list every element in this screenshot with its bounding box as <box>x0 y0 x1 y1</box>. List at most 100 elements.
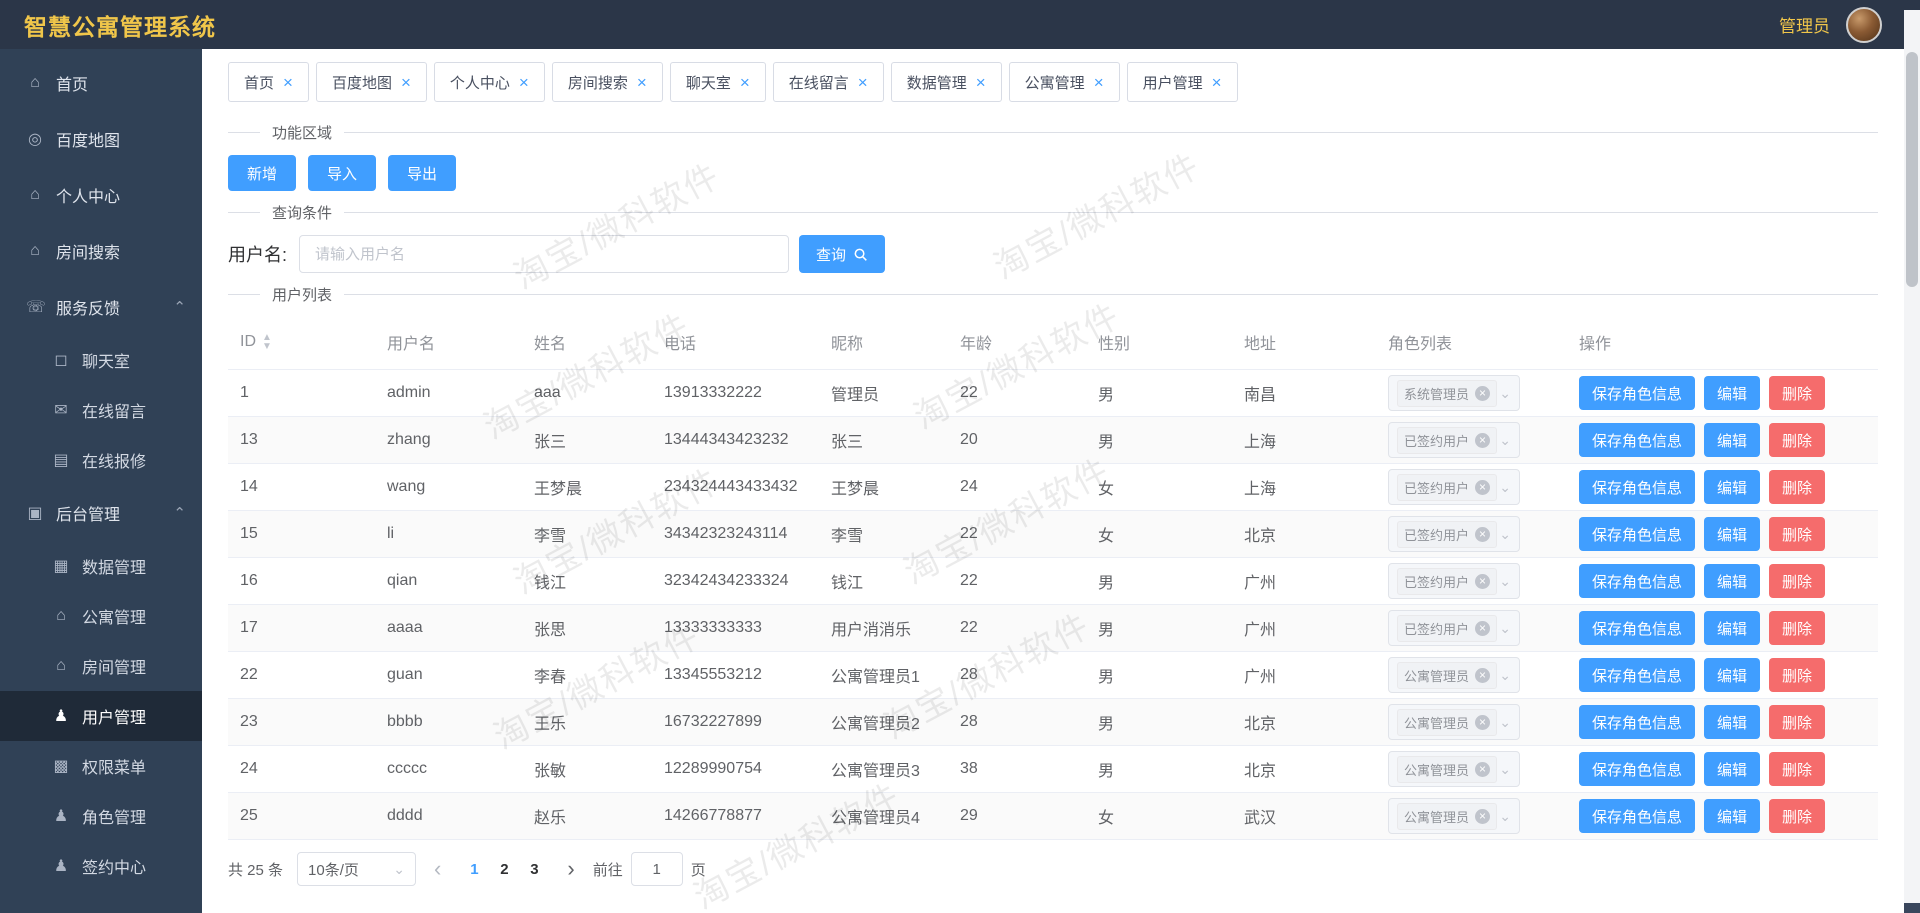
sort-desc-icon[interactable]: ▼ <box>262 341 272 351</box>
delete-button[interactable]: 删除 <box>1769 470 1826 504</box>
edit-button[interactable]: 编辑 <box>1704 470 1761 504</box>
delete-button[interactable]: 删除 <box>1769 564 1826 598</box>
save-role-button[interactable]: 保存角色信息 <box>1579 611 1696 645</box>
sidebar-item-role-management[interactable]: ♟ 角色管理 <box>0 791 202 841</box>
tag-close-icon[interactable]: × <box>1475 526 1491 542</box>
page-number-3[interactable]: 3 <box>519 861 549 878</box>
role-select[interactable]: 已签约用户 × ⌄ <box>1388 516 1520 552</box>
tab-baidu-map[interactable]: 百度地图 × <box>315 62 427 102</box>
role-select[interactable]: 公寓管理员 × ⌄ <box>1388 704 1520 740</box>
tag-close-icon[interactable]: × <box>1475 714 1491 730</box>
edit-button[interactable]: 编辑 <box>1704 517 1761 551</box>
tag-close-icon[interactable]: × <box>1475 808 1491 824</box>
delete-button[interactable]: 删除 <box>1769 705 1826 739</box>
avatar[interactable] <box>1846 6 1882 43</box>
sort-icons[interactable]: ▲ ▼ <box>262 332 272 351</box>
column-id[interactable]: ID ▲ ▼ <box>228 315 375 370</box>
close-tab-icon[interactable]: × <box>401 74 411 91</box>
close-tab-icon[interactable]: × <box>519 74 529 91</box>
prev-page-button[interactable]: ‹ <box>430 858 445 880</box>
tab-data-management[interactable]: 数据管理 × <box>890 62 1002 102</box>
edit-button[interactable]: 编辑 <box>1704 611 1761 645</box>
close-tab-icon[interactable]: × <box>858 74 868 91</box>
sidebar-item-permission-menu[interactable]: ▩ 权限菜单 <box>0 741 202 791</box>
save-role-button[interactable]: 保存角色信息 <box>1579 752 1696 786</box>
role-select[interactable]: 系统管理员 × ⌄ <box>1388 375 1520 411</box>
sidebar-item-personal-center[interactable]: ⌂ 个人中心 <box>0 167 202 223</box>
sidebar-item-backend-admin[interactable]: ▣ 后台管理 ⌃ <box>0 485 202 541</box>
sidebar-item-room-management[interactable]: ⌂ 房间管理 <box>0 641 202 691</box>
scrollbar-thumb[interactable] <box>1906 52 1918 287</box>
close-tab-icon[interactable]: × <box>740 74 750 91</box>
delete-button[interactable]: 删除 <box>1769 799 1826 833</box>
sidebar-item-chat-room[interactable]: ◻ 聊天室 <box>0 335 202 385</box>
sidebar-item-apartment-management[interactable]: ⌂ 公寓管理 <box>0 591 202 641</box>
sidebar-item-user-management[interactable]: ♟ 用户管理 <box>0 691 202 741</box>
save-role-button[interactable]: 保存角色信息 <box>1579 799 1696 833</box>
role-select[interactable]: 已签约用户 × ⌄ <box>1388 563 1520 599</box>
tab-online-message[interactable]: 在线留言 × <box>772 62 884 102</box>
add-button[interactable]: 新增 <box>228 155 297 191</box>
role-select[interactable]: 公寓管理员 × ⌄ <box>1388 751 1520 787</box>
delete-button[interactable]: 删除 <box>1769 752 1826 786</box>
edit-button[interactable]: 编辑 <box>1704 564 1761 598</box>
sidebar-item-baidu-map[interactable]: ◎ 百度地图 <box>0 111 202 167</box>
next-page-button[interactable]: › <box>563 858 578 880</box>
edit-button[interactable]: 编辑 <box>1704 658 1761 692</box>
sidebar-item-data-management[interactable]: ▦ 数据管理 <box>0 541 202 591</box>
current-user-label[interactable]: 管理员 <box>1779 12 1830 37</box>
tab-apartment-management[interactable]: 公寓管理 × <box>1008 62 1120 102</box>
tab-personal-center[interactable]: 个人中心 × <box>433 62 545 102</box>
search-button[interactable]: 查询 <box>799 235 886 273</box>
tag-close-icon[interactable]: × <box>1475 620 1491 636</box>
page-number-2[interactable]: 2 <box>489 861 519 878</box>
tab-room-search[interactable]: 房间搜索 × <box>551 62 663 102</box>
sidebar-item-home[interactable]: ⌂ 首页 <box>0 55 202 111</box>
edit-button[interactable]: 编辑 <box>1704 376 1761 410</box>
goto-page-input[interactable] <box>630 852 683 886</box>
role-select[interactable]: 已签约用户 × ⌄ <box>1388 422 1520 458</box>
tab-user-management[interactable]: 用户管理 × <box>1126 62 1238 102</box>
save-role-button[interactable]: 保存角色信息 <box>1579 705 1696 739</box>
edit-button[interactable]: 编辑 <box>1704 705 1761 739</box>
sidebar-item-service-feedback[interactable]: ☏ 服务反馈 ⌃ <box>0 279 202 335</box>
tag-close-icon[interactable]: × <box>1475 432 1491 448</box>
page-size-select[interactable]: 10条/页 ⌄ <box>297 852 417 886</box>
delete-button[interactable]: 删除 <box>1769 658 1826 692</box>
role-select[interactable]: 公寓管理员 × ⌄ <box>1388 798 1520 834</box>
delete-button[interactable]: 删除 <box>1769 423 1826 457</box>
username-input[interactable] <box>299 235 790 273</box>
sidebar-item-online-repair[interactable]: ▤ 在线报修 <box>0 435 202 485</box>
tag-close-icon[interactable]: × <box>1475 761 1491 777</box>
sidebar-item-online-message[interactable]: ✉ 在线留言 <box>0 385 202 435</box>
save-role-button[interactable]: 保存角色信息 <box>1579 517 1696 551</box>
save-role-button[interactable]: 保存角色信息 <box>1579 564 1696 598</box>
edit-button[interactable]: 编辑 <box>1704 799 1761 833</box>
sidebar-item-room-search[interactable]: ⌂ 房间搜索 <box>0 223 202 279</box>
role-select[interactable]: 已签约用户 × ⌄ <box>1388 610 1520 646</box>
tag-close-icon[interactable]: × <box>1475 385 1491 401</box>
page-number-1[interactable]: 1 <box>459 861 489 878</box>
export-button[interactable]: 导出 <box>388 155 457 191</box>
delete-button[interactable]: 删除 <box>1769 376 1826 410</box>
close-tab-icon[interactable]: × <box>1094 74 1104 91</box>
tab-chat-room[interactable]: 聊天室 × <box>669 62 766 102</box>
tag-close-icon[interactable]: × <box>1475 667 1491 683</box>
save-role-button[interactable]: 保存角色信息 <box>1579 423 1696 457</box>
delete-button[interactable]: 删除 <box>1769 611 1826 645</box>
delete-button[interactable]: 删除 <box>1769 517 1826 551</box>
close-tab-icon[interactable]: × <box>976 74 986 91</box>
close-tab-icon[interactable]: × <box>637 74 647 91</box>
save-role-button[interactable]: 保存角色信息 <box>1579 658 1696 692</box>
close-tab-icon[interactable]: × <box>1212 74 1222 91</box>
save-role-button[interactable]: 保存角色信息 <box>1579 376 1696 410</box>
save-role-button[interactable]: 保存角色信息 <box>1579 470 1696 504</box>
role-select[interactable]: 已签约用户 × ⌄ <box>1388 469 1520 505</box>
tag-close-icon[interactable]: × <box>1475 479 1491 495</box>
edit-button[interactable]: 编辑 <box>1704 423 1761 457</box>
tag-close-icon[interactable]: × <box>1475 573 1491 589</box>
edit-button[interactable]: 编辑 <box>1704 752 1761 786</box>
tab-home[interactable]: 首页 × <box>228 62 309 102</box>
close-tab-icon[interactable]: × <box>283 74 293 91</box>
sidebar-item-signing-center[interactable]: ♟ 签约中心 <box>0 841 202 891</box>
